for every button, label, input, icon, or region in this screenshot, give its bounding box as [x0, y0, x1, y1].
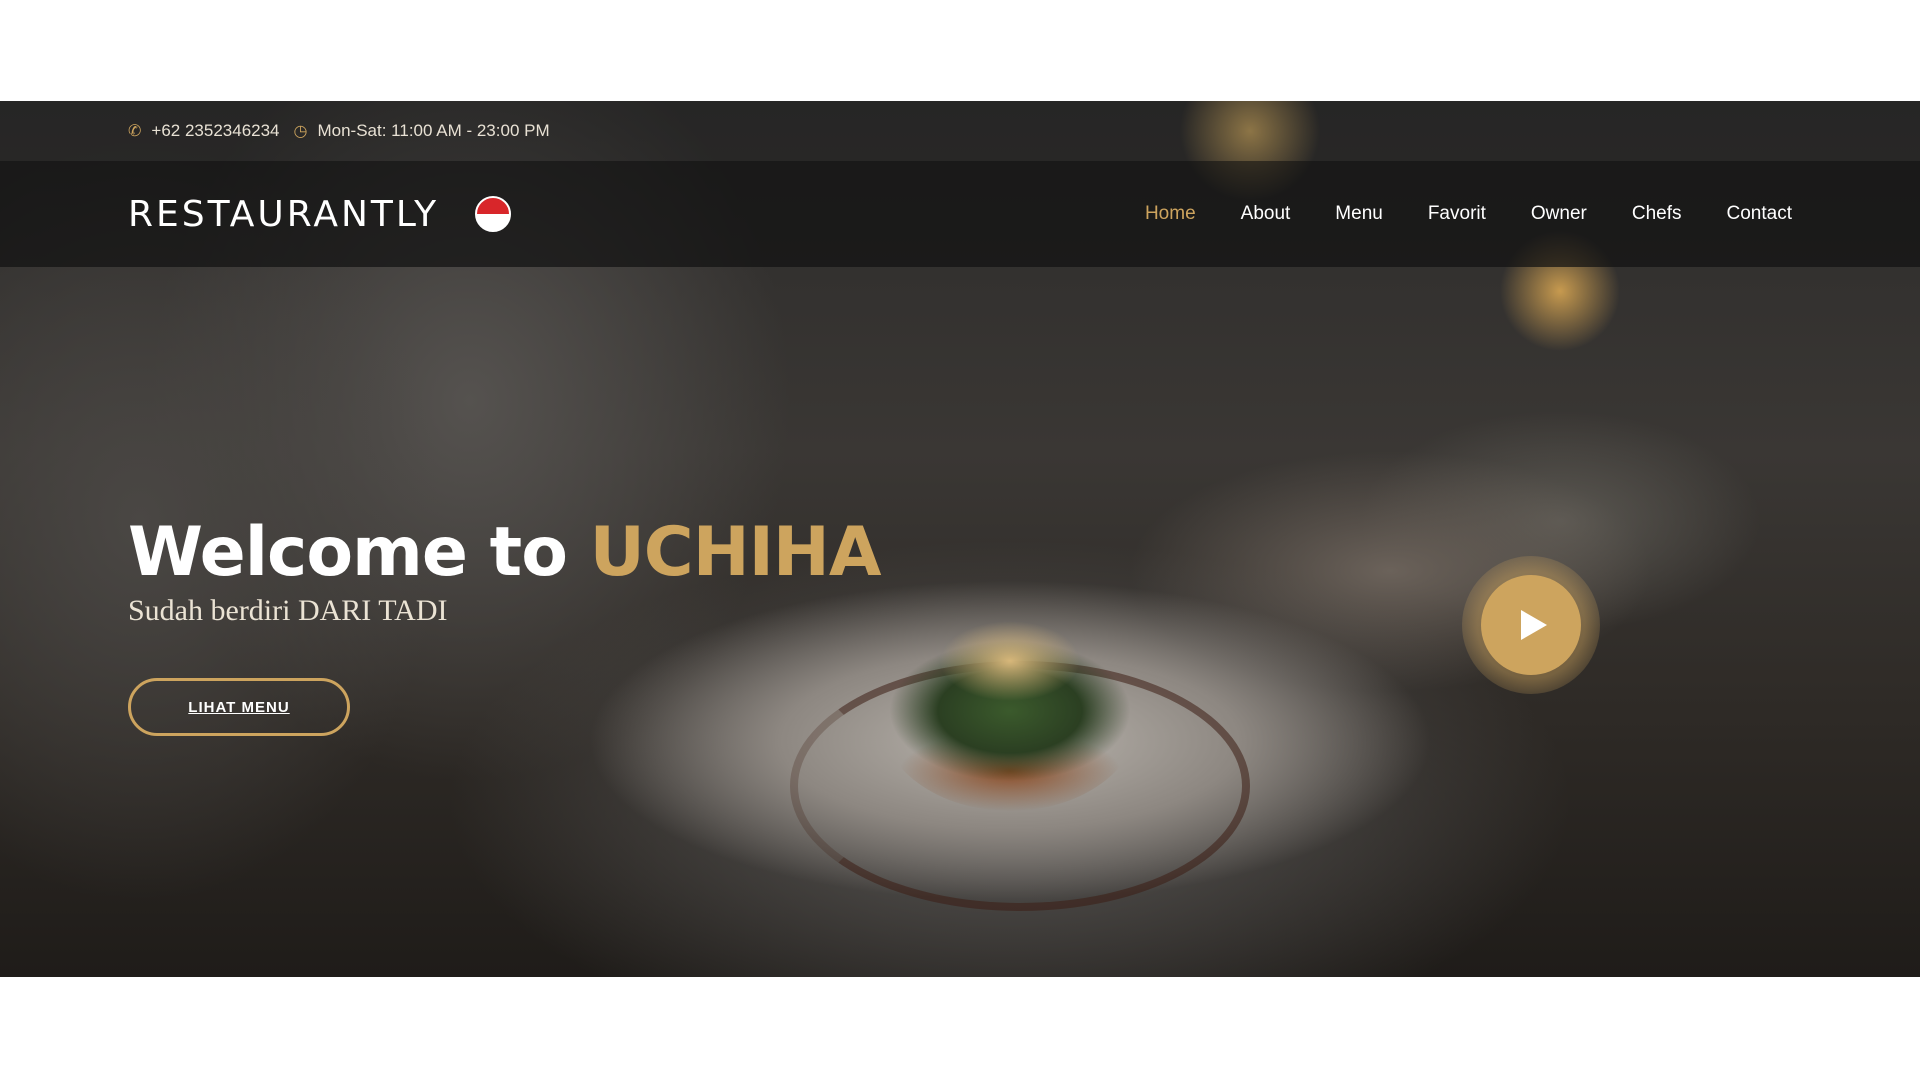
phone-number: +62 2352346234: [151, 121, 280, 140]
main-navbar: RESTAURANTLY Home About Menu Favorit Own…: [0, 161, 1920, 267]
contact-phone: ✆ +62 2352346234: [128, 121, 280, 141]
nav-menu: Home About Menu Favorit Owner Chefs Cont…: [1100, 203, 1792, 225]
play-icon: [1521, 610, 1547, 640]
clock-icon: ◷: [293, 123, 308, 140]
nav-link-menu[interactable]: Menu: [1335, 203, 1383, 225]
hero-food-decoration: [880, 621, 1140, 811]
nav-link-owner[interactable]: Owner: [1531, 203, 1587, 225]
hero-title-brand: UCHIHA: [589, 513, 882, 592]
uchiha-fan-icon: [475, 196, 512, 232]
nav-link-favorit[interactable]: Favorit: [1428, 203, 1486, 225]
top-info-bar: ✆ +62 2352346234 ◷ Mon-Sat: 11:00 AM - 2…: [0, 101, 1920, 161]
phone-icon: ✆: [128, 123, 142, 140]
video-play-halo: [1462, 556, 1600, 694]
view-menu-button[interactable]: LIHAT MENU: [128, 678, 350, 736]
hero-title: Welcome to UCHIHA: [128, 513, 882, 592]
site-logo[interactable]: RESTAURANTLY: [128, 194, 439, 235]
nav-link-contact[interactable]: Contact: [1727, 203, 1792, 225]
hero-subtitle: Sudah berdiri DARI TADI: [128, 594, 448, 627]
nav-link-home[interactable]: Home: [1145, 203, 1196, 225]
hero-title-prefix: Welcome to: [128, 513, 590, 592]
nav-link-about[interactable]: About: [1241, 203, 1291, 225]
opening-hours: ◷ Mon-Sat: 11:00 AM - 23:00 PM: [294, 121, 550, 141]
play-video-button[interactable]: [1481, 575, 1581, 675]
opening-hours-text: Mon-Sat: 11:00 AM - 23:00 PM: [317, 121, 550, 140]
nav-link-chefs[interactable]: Chefs: [1632, 203, 1682, 225]
